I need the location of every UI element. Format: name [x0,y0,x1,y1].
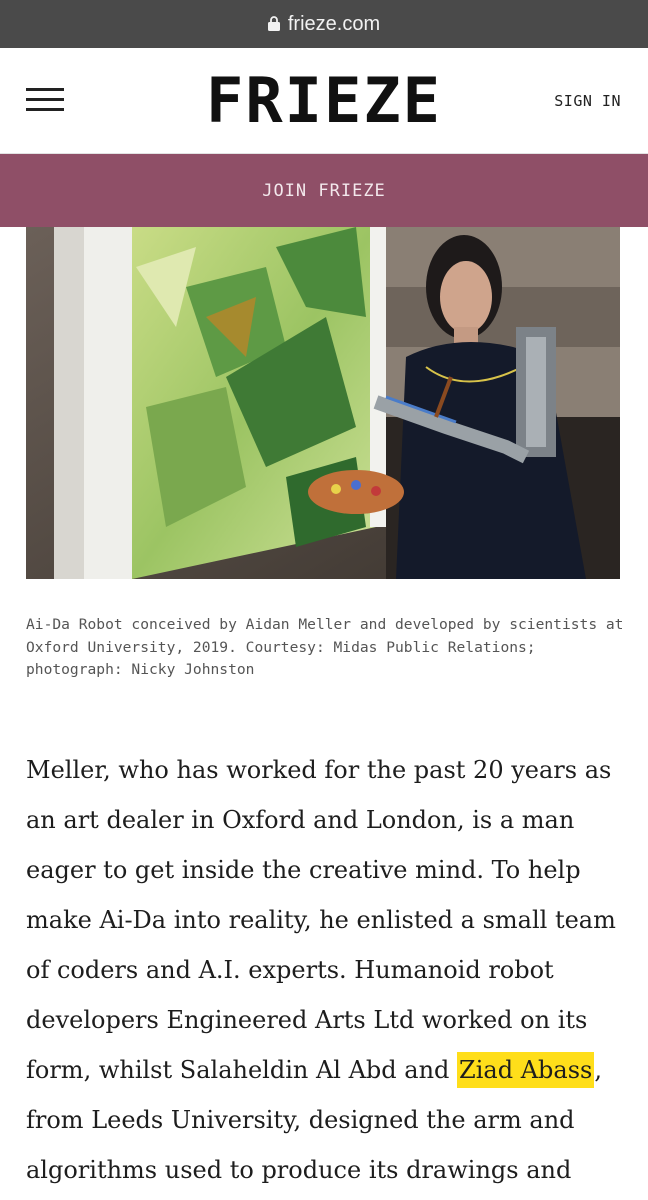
photo-caption: Ai-Da Robot conceived by Aidan Meller an… [26,616,624,678]
lock-icon [267,15,280,31]
site-header: FRIEZE SIGN IN [0,48,648,154]
article-body: Meller, who has worked for the past 20 y… [26,745,626,1200]
join-frieze-banner[interactable]: JOIN FRIEZE [0,154,648,227]
robot-painting-image [26,227,620,579]
article-photo [26,227,620,579]
sign-in-link[interactable]: SIGN IN [554,92,621,110]
highlighted-text[interactable]: Ziad Abass [457,1052,595,1088]
url-text: frieze.com [287,12,381,35]
site-logo[interactable]: FRIEZE [0,66,648,136]
browser-address-bar[interactable]: frieze.com [0,0,648,48]
article-text: Meller, who has worked for the past 20 y… [26,756,616,1084]
